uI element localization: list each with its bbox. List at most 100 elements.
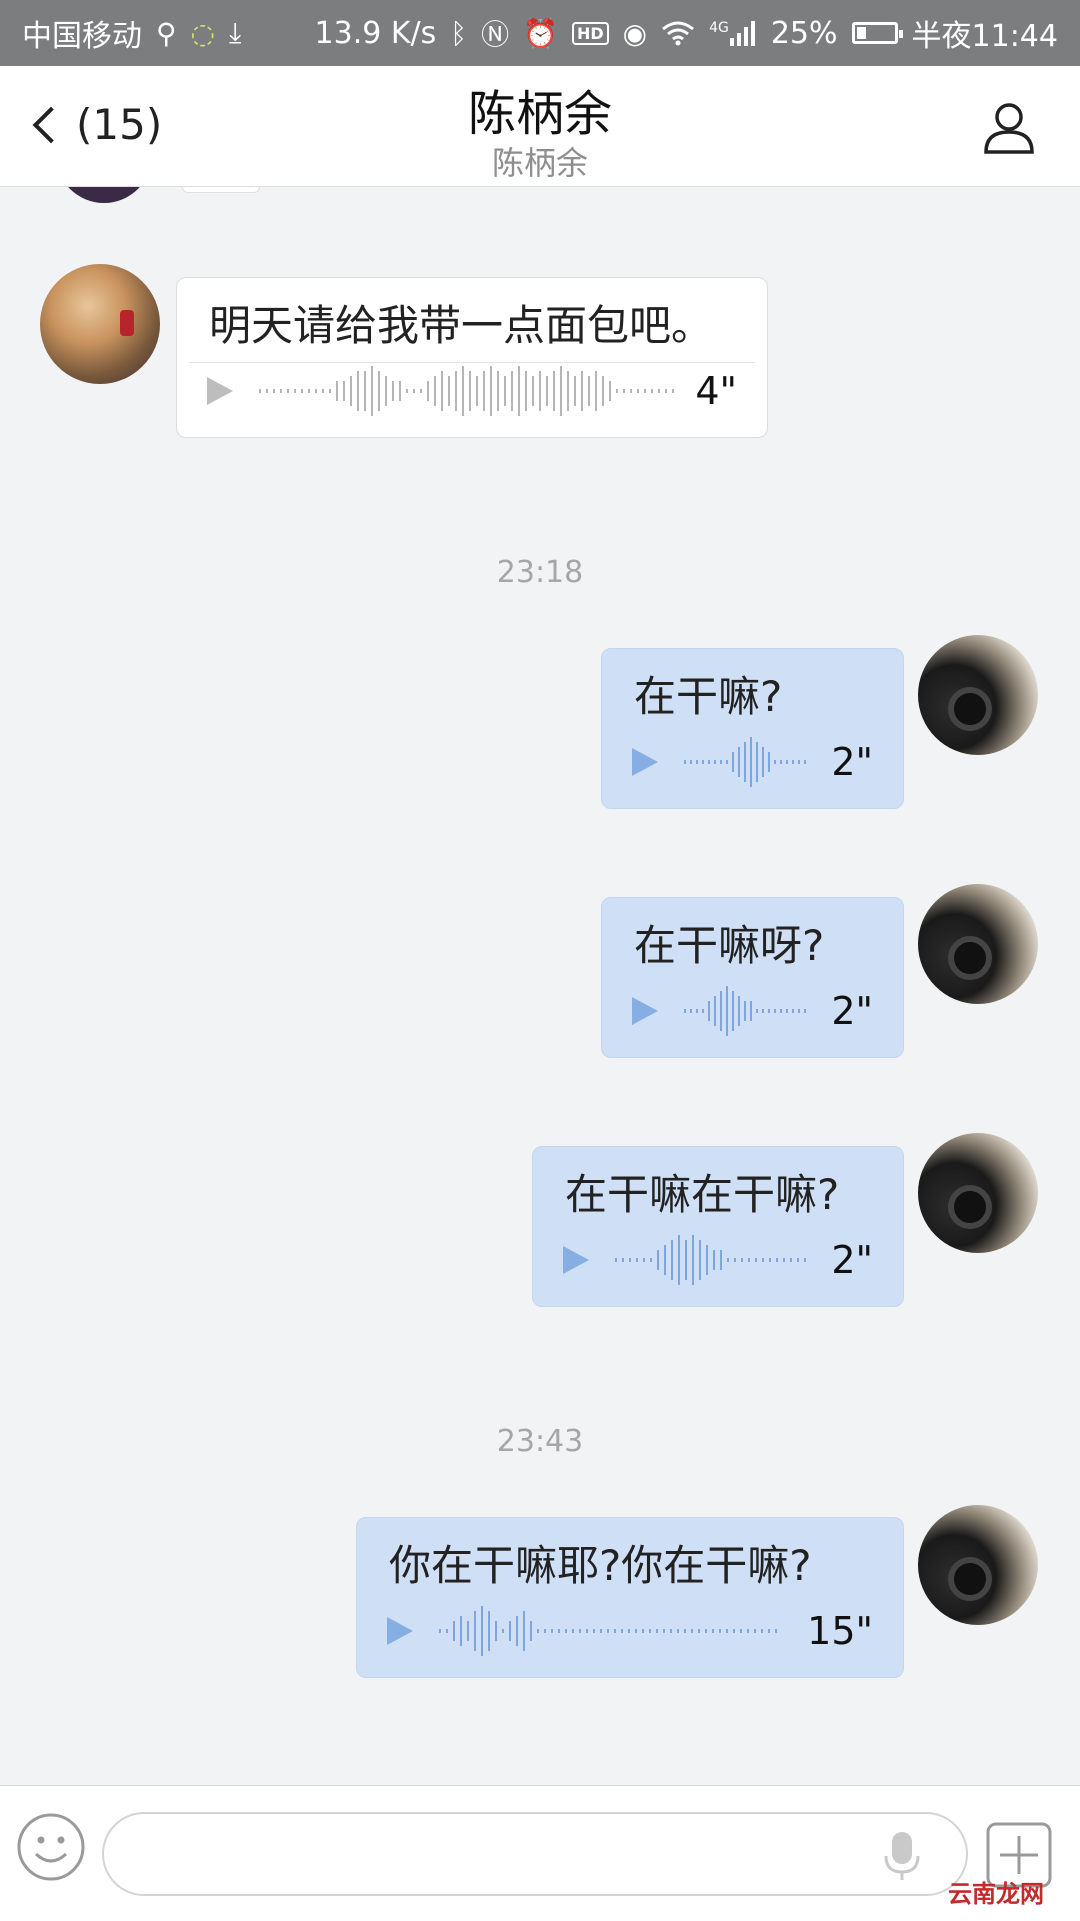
waveform-bar (259, 389, 261, 393)
waveform-bar (636, 1258, 638, 1262)
bluetooth-icon: ᛒ (450, 16, 468, 50)
waveform-bar (720, 1250, 722, 1270)
watermark: 云南龙网 (948, 1880, 1044, 1908)
download-icon: ⤓ (228, 16, 242, 49)
message-bubble[interactable]: 在干嘛在干嘛? 2" (532, 1146, 904, 1307)
waveform (259, 361, 679, 421)
waveform-bar (747, 1629, 749, 1633)
my-avatar[interactable] (918, 635, 1038, 755)
user-icon[interactable] (982, 100, 1036, 154)
waveform-bar (798, 1009, 800, 1013)
play-icon[interactable] (563, 1246, 589, 1274)
waveform-bar (691, 1629, 693, 1633)
waveform-graphic (439, 1606, 777, 1656)
waveform (684, 981, 815, 1041)
waveform-bar (761, 1629, 763, 1633)
alarm-icon: ⏰ (523, 16, 558, 50)
header-bar: (15) 陈柄余 陈柄余 (0, 66, 1080, 187)
waveform-bar (294, 389, 296, 393)
message-bubble[interactable]: 你在干嘛耶?你在干嘛? 15" (356, 1517, 904, 1678)
waveform-bar (280, 389, 282, 393)
voice-player[interactable]: 2" (632, 732, 873, 792)
waveform-bar (774, 1009, 776, 1013)
message-input[interactable] (102, 1812, 968, 1896)
waveform-bar (441, 371, 443, 411)
chat-area[interactable]: 明天请给我带一点面包吧。 4" 23:18 在干嘛? 2" 在干嘛呀? 2" 在… (0, 187, 1080, 1785)
waveform-bar (699, 1240, 701, 1280)
waveform-bar (804, 760, 806, 764)
avatar[interactable] (56, 187, 152, 203)
smiley-icon[interactable] (16, 1812, 86, 1882)
waveform-bar (329, 389, 331, 393)
waveform-bar (804, 1009, 806, 1013)
waveform-graphic (615, 1235, 806, 1285)
waveform-bar (776, 1258, 778, 1262)
waveform-bar (446, 1629, 448, 1633)
waveform-bar (720, 760, 722, 764)
voice-player[interactable]: 2" (563, 1230, 873, 1290)
waveform-bar (726, 760, 728, 764)
voice-duration: 2" (831, 1238, 873, 1282)
waveform-bar (748, 1258, 750, 1262)
waveform-bar (427, 381, 429, 401)
waveform-bar (579, 1629, 581, 1633)
waveform-bar (315, 389, 317, 393)
waveform-bar (637, 389, 639, 393)
waveform-bar (385, 376, 387, 406)
waveform-bar (755, 1258, 757, 1262)
voice-player[interactable]: 15" (387, 1601, 873, 1661)
waveform-bar (798, 760, 800, 764)
my-avatar[interactable] (918, 1133, 1038, 1253)
play-icon[interactable] (207, 377, 233, 405)
contact-avatar[interactable] (40, 264, 160, 384)
play-icon[interactable] (632, 997, 658, 1025)
waveform-bar (651, 389, 653, 393)
play-icon[interactable] (632, 748, 658, 776)
my-avatar[interactable] (918, 1505, 1038, 1625)
waveform-bar (609, 381, 611, 401)
message-bubble[interactable]: 在干嘛呀? 2" (601, 897, 904, 1058)
waveform-bar (567, 371, 569, 411)
wifi-icon (661, 20, 695, 46)
waveform-bar (786, 760, 788, 764)
play-icon[interactable] (387, 1617, 413, 1645)
page-subtitle: 陈柄余 (491, 144, 588, 182)
waveform-bar (740, 1629, 742, 1633)
waveform-bar (490, 366, 492, 416)
waveform-bar (572, 1629, 574, 1633)
waveform-bar (643, 1258, 645, 1262)
microphone-icon[interactable] (882, 1830, 922, 1882)
waveform-bar (518, 366, 520, 416)
voice-duration: 4" (695, 369, 737, 413)
waveform-bar (649, 1629, 651, 1633)
waveform-bar (266, 389, 268, 393)
waveform-bar (692, 1235, 694, 1285)
my-avatar[interactable] (918, 884, 1038, 1004)
voice-player[interactable]: 4" (207, 361, 737, 421)
waveform-bar (630, 389, 632, 393)
waveform-bar (792, 1009, 794, 1013)
waveform-bar (706, 1245, 708, 1275)
waveform-bar (684, 1009, 686, 1013)
waveform-bar (364, 371, 366, 411)
waveform-bar (357, 371, 359, 411)
waveform-bar (756, 742, 758, 782)
input-bar: 云南龙网 (0, 1785, 1080, 1921)
waveform-bar (696, 1009, 698, 1013)
waveform-bar (677, 1629, 679, 1633)
waveform-bar (797, 1258, 799, 1262)
waveform-bar (574, 376, 576, 406)
voice-player[interactable]: 2" (632, 981, 873, 1041)
waveform-bar (670, 1629, 672, 1633)
waveform-bar (762, 747, 764, 777)
waveform-bar (768, 752, 770, 772)
eye-icon: ◉ (622, 16, 648, 50)
waveform-bar (672, 389, 674, 393)
waveform-bar (684, 1629, 686, 1633)
clock: 半夜11:44 (911, 19, 1058, 54)
waveform-bar (532, 376, 534, 406)
message-bubble[interactable]: 在干嘛? 2" (601, 648, 904, 809)
message-bubble[interactable]: 明天请给我带一点面包吧。 4" (176, 277, 768, 438)
waveform-bar (650, 1258, 652, 1262)
waveform (684, 732, 815, 792)
